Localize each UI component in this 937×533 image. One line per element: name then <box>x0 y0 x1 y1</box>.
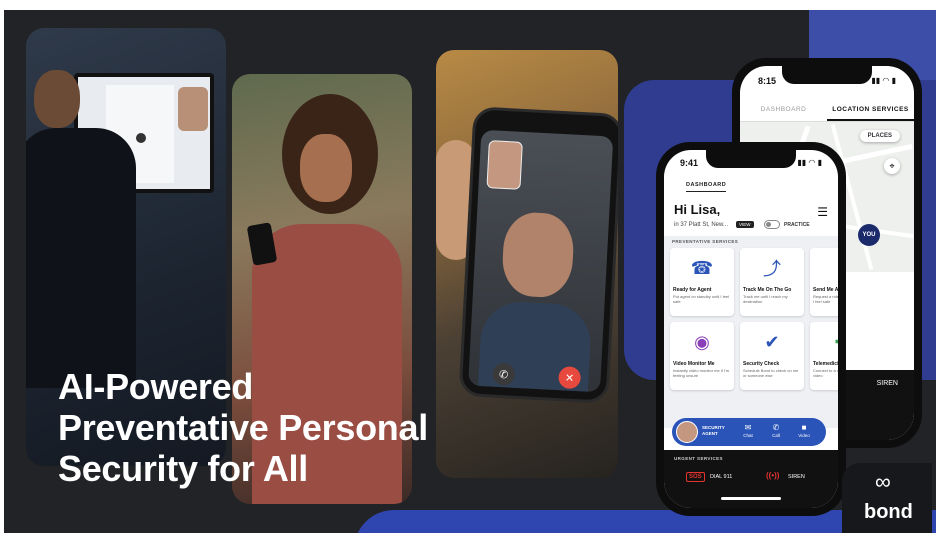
service-title: Send Me A Car <box>813 287 838 293</box>
video-icon: ■ <box>801 423 807 432</box>
video-call-screen: ✆ ✕ <box>468 129 614 393</box>
caller-face <box>500 211 576 299</box>
phone-icon: ✆ <box>772 423 780 432</box>
headline-line-3: Security for All <box>58 448 308 489</box>
services-title: PREVENTATIVE SERVICES <box>672 239 739 244</box>
service-description: Schedule Bond to check on me or someone … <box>743 368 799 378</box>
phone-front-screen: 9:41 ▮▮ ◠ ▮ DASHBOARD Hi Lisa, ☰ in 37 P… <box>664 150 838 508</box>
service-title: Telemedicine <box>813 361 838 367</box>
greeting: Hi Lisa, <box>674 202 721 217</box>
service-description: Track me until I reach my destination <box>743 294 788 304</box>
service-card[interactable]: ◉ Video Monitor Me Instantly video monitor… <box>670 322 734 390</box>
headline: AI-Powered Preventative Personal Securit… <box>58 366 528 489</box>
video-label: Video <box>798 433 810 438</box>
security-agent-bar[interactable]: SECURITY AGENT ✉ Chat ✆ Call ■ Video <box>672 418 826 446</box>
service-description: Instantly video monitor me if I'm feelin… <box>673 368 730 378</box>
tab-location-services[interactable]: LOCATION SERVICES <box>827 100 914 121</box>
places-button[interactable]: PLACES <box>859 130 900 142</box>
status-icons: ▮▮ ◠ ▮ <box>797 158 822 167</box>
locate-icon[interactable]: ⌖ <box>884 158 900 174</box>
phone-agent-icon: ☎ <box>690 257 714 278</box>
current-address: in 37 Platt St, New... <box>674 222 729 228</box>
status-icons: ▮▮ ◠ ▮ <box>871 76 896 85</box>
chat-icon: ✉ <box>744 423 752 432</box>
service-description: Put agent on standby until I feel safe <box>673 294 730 304</box>
monitor-location-dot <box>136 133 146 143</box>
service-card[interactable]: ✚ TelemedicineConnect to a doctor by phon… <box>810 322 838 390</box>
home-indicator <box>721 497 781 500</box>
phone-back-notch <box>782 66 872 84</box>
service-description: Connect to a doctor by phone or video <box>813 368 838 378</box>
self-view-thumbnail <box>486 140 523 190</box>
phone-dashboard: 9:41 ▮▮ ◠ ▮ DASHBOARD Hi Lisa, ☰ in 37 P… <box>656 142 846 516</box>
headline-line-1: AI-Powered <box>58 366 254 407</box>
service-title: Security Check <box>743 361 780 367</box>
video-call-phone: ✆ ✕ <box>458 106 618 404</box>
service-card[interactable]: ♦ Send Me A CarRequest a ride to a place … <box>810 248 838 316</box>
service-card[interactable]: ✔ Security Check Schedule Bond to check on… <box>740 322 804 390</box>
call-label: Call <box>772 433 780 438</box>
practice-toggle[interactable] <box>764 220 780 229</box>
siren-label-back[interactable]: SIREN <box>877 380 898 387</box>
dial-911-button[interactable]: DIAL 911 <box>710 474 732 480</box>
service-card[interactable]: ☎ Ready for Agent Put agent on standby unt… <box>670 248 734 316</box>
hamburger-menu-icon[interactable]: ☰ <box>817 205 828 219</box>
security-check-icon: ✔ <box>764 331 780 352</box>
call-button[interactable]: ✆ Call <box>766 423 786 438</box>
service-title: Ready for Agent <box>673 287 712 293</box>
woman-phone <box>246 222 278 266</box>
video-button[interactable]: ■ Video <box>794 423 814 438</box>
phone-back-tabs: DASHBOARD LOCATION SERVICES <box>740 100 914 122</box>
siren-button[interactable]: SIREN <box>788 474 805 480</box>
preventative-services-section: PREVENTATIVE SERVICES ☎ Ready for Agent Pu… <box>664 236 838 428</box>
service-description: Request a ride to a place where I feel s… <box>813 294 838 304</box>
urgent-services-section: URGENT SERVICES SOS DIAL 911 ((•)) SIREN <box>664 450 838 508</box>
headline-line-2: Preventative Personal <box>58 407 428 448</box>
siren-icon[interactable]: ((•)) <box>766 471 779 480</box>
route-tracking-icon: ⤴ <box>763 259 781 279</box>
promo-banner: ✆ ✕ 8:15 ▮▮ ◠ ▮ DASHBOARD LOCATION SERVI… <box>4 10 936 533</box>
chat-label: Chat <box>743 433 753 438</box>
bond-logo-icon: ∞ <box>875 469 891 494</box>
status-time: 9:41 <box>680 158 699 168</box>
car-icon: ♦ <box>813 251 838 285</box>
agent-avatar <box>676 421 698 443</box>
security-agent-label: SECURITY AGENT <box>702 425 725 436</box>
bond-logo: ∞ bond <box>842 463 932 533</box>
service-card[interactable]: ⤴ Track Me On The Go Track me until I reac… <box>740 248 804 316</box>
phone-front-notch <box>706 150 796 168</box>
brand-name: bond <box>864 501 913 523</box>
tab-dashboard[interactable]: DASHBOARD <box>686 182 727 192</box>
service-title: Track Me On The Go <box>743 287 792 293</box>
sos-badge-icon[interactable]: SOS <box>686 472 705 482</box>
urgent-services-title: URGENT SERVICES <box>674 456 723 461</box>
agent-head <box>34 70 80 128</box>
monitor-video-face <box>178 87 208 131</box>
video-eye-icon: ◉ <box>694 331 710 352</box>
agent-body <box>26 128 136 388</box>
woman-face <box>300 134 352 202</box>
service-title: Video Monitor Me <box>673 361 715 367</box>
telemedicine-icon: ✚ <box>813 325 838 359</box>
view-location-button[interactable]: VIEW <box>736 221 754 228</box>
practice-label: PRACTICE <box>784 222 810 228</box>
tab-dashboard[interactable]: DASHBOARD <box>740 100 827 121</box>
chat-button[interactable]: ✉ Chat <box>738 423 758 438</box>
status-time: 8:15 <box>758 76 777 86</box>
you-marker: YOU <box>858 224 880 246</box>
